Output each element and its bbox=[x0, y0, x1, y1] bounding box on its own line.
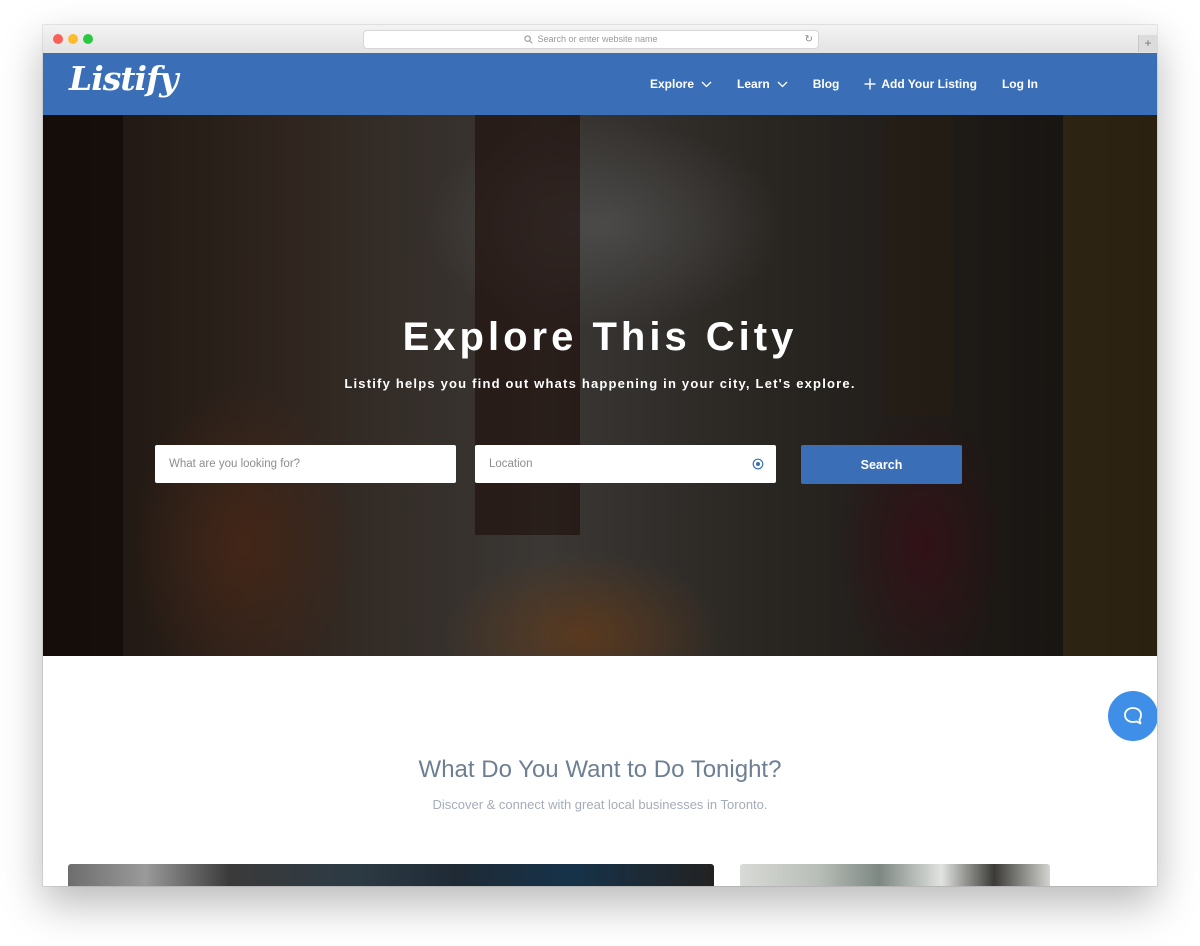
search-icon bbox=[524, 35, 534, 44]
keyword-search-input[interactable] bbox=[155, 445, 456, 483]
category-card-image[interactable] bbox=[68, 864, 714, 886]
nav-add-listing-label: Add Your Listing bbox=[881, 77, 977, 91]
search-button[interactable]: Search bbox=[801, 445, 962, 484]
section-title: What Do You Want to Do Tonight? bbox=[418, 756, 782, 783]
new-tab-button[interactable]: + bbox=[1138, 35, 1157, 52]
nav-learn-label: Learn bbox=[737, 77, 770, 91]
chevron-down-icon bbox=[701, 81, 712, 87]
main-menu: Explore Learn Blog Add Your Listing Log … bbox=[650, 53, 1063, 115]
site-header: Listify Explore Learn Blog Add Your List… bbox=[43, 53, 1157, 115]
nav-learn[interactable]: Learn bbox=[737, 77, 788, 91]
nav-blog-label: Blog bbox=[812, 77, 840, 91]
nav-explore[interactable]: Explore bbox=[650, 77, 712, 91]
hero-banner: Explore This City Listify helps you find… bbox=[43, 115, 1157, 656]
zoom-window-button[interactable] bbox=[83, 34, 93, 44]
location-input[interactable] bbox=[475, 445, 776, 483]
hero-title: Explore This City bbox=[402, 315, 798, 359]
nav-login[interactable]: Log In bbox=[1002, 77, 1038, 91]
hero-subtitle: Listify helps you find out whats happeni… bbox=[344, 376, 856, 391]
category-card-image[interactable] bbox=[740, 864, 1050, 886]
nav-login-label: Log In bbox=[1001, 77, 1038, 91]
chat-button[interactable] bbox=[1108, 691, 1157, 741]
plus-icon bbox=[864, 78, 876, 90]
close-window-button[interactable] bbox=[53, 34, 63, 44]
nav-blog[interactable]: Blog bbox=[813, 77, 840, 91]
site-logo[interactable]: Listify bbox=[69, 59, 178, 98]
chat-bubble-icon bbox=[1124, 707, 1142, 725]
nav-explore-label: Explore bbox=[650, 77, 695, 91]
address-bar-placeholder: Search or enter website name bbox=[537, 34, 658, 44]
browser-window: Search or enter website name ↻ + Listify… bbox=[43, 25, 1157, 886]
section-subtitle: Discover & connect with great local busi… bbox=[432, 797, 768, 812]
address-bar[interactable]: Search or enter website name ↻ bbox=[363, 30, 819, 49]
chevron-down-icon bbox=[777, 81, 788, 87]
minimize-window-button[interactable] bbox=[68, 34, 78, 44]
browser-toolbar: Search or enter website name ↻ + bbox=[43, 25, 1157, 54]
nav-add-listing[interactable]: Add Your Listing bbox=[864, 77, 977, 91]
locate-me-icon[interactable] bbox=[752, 458, 764, 470]
reload-icon[interactable]: ↻ bbox=[805, 31, 813, 48]
